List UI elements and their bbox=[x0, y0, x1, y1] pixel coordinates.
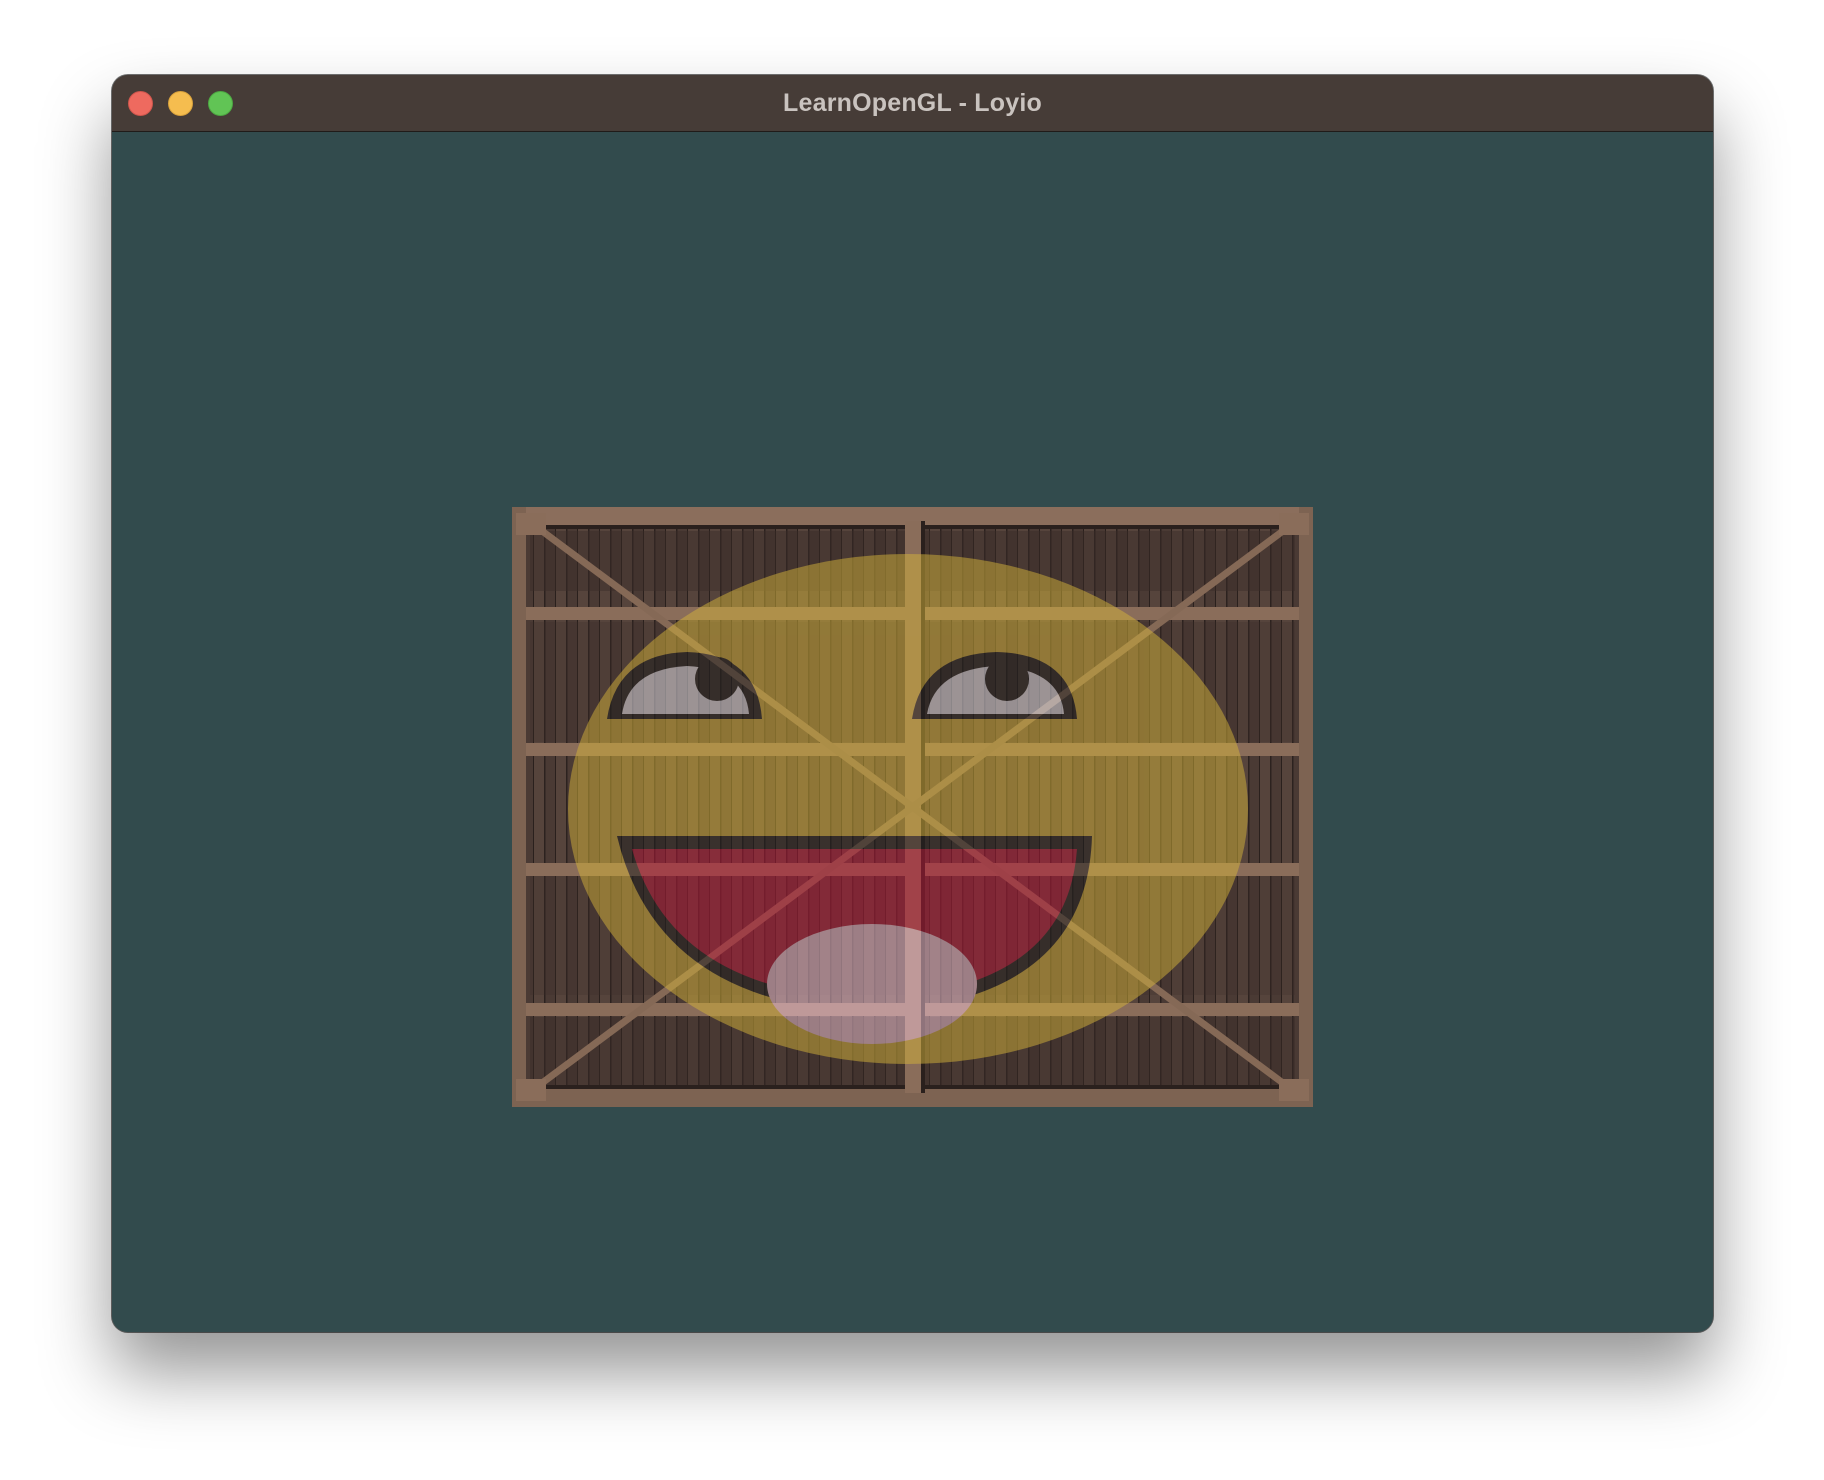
awesome-face-icon bbox=[568, 554, 1248, 1064]
window-title: LearnOpenGL - Loyio bbox=[783, 89, 1042, 117]
opengl-viewport bbox=[112, 132, 1713, 1332]
app-window: LearnOpenGL - Loyio bbox=[112, 75, 1713, 1332]
title-bar[interactable]: LearnOpenGL - Loyio bbox=[112, 75, 1713, 132]
textured-quad bbox=[512, 507, 1313, 1107]
